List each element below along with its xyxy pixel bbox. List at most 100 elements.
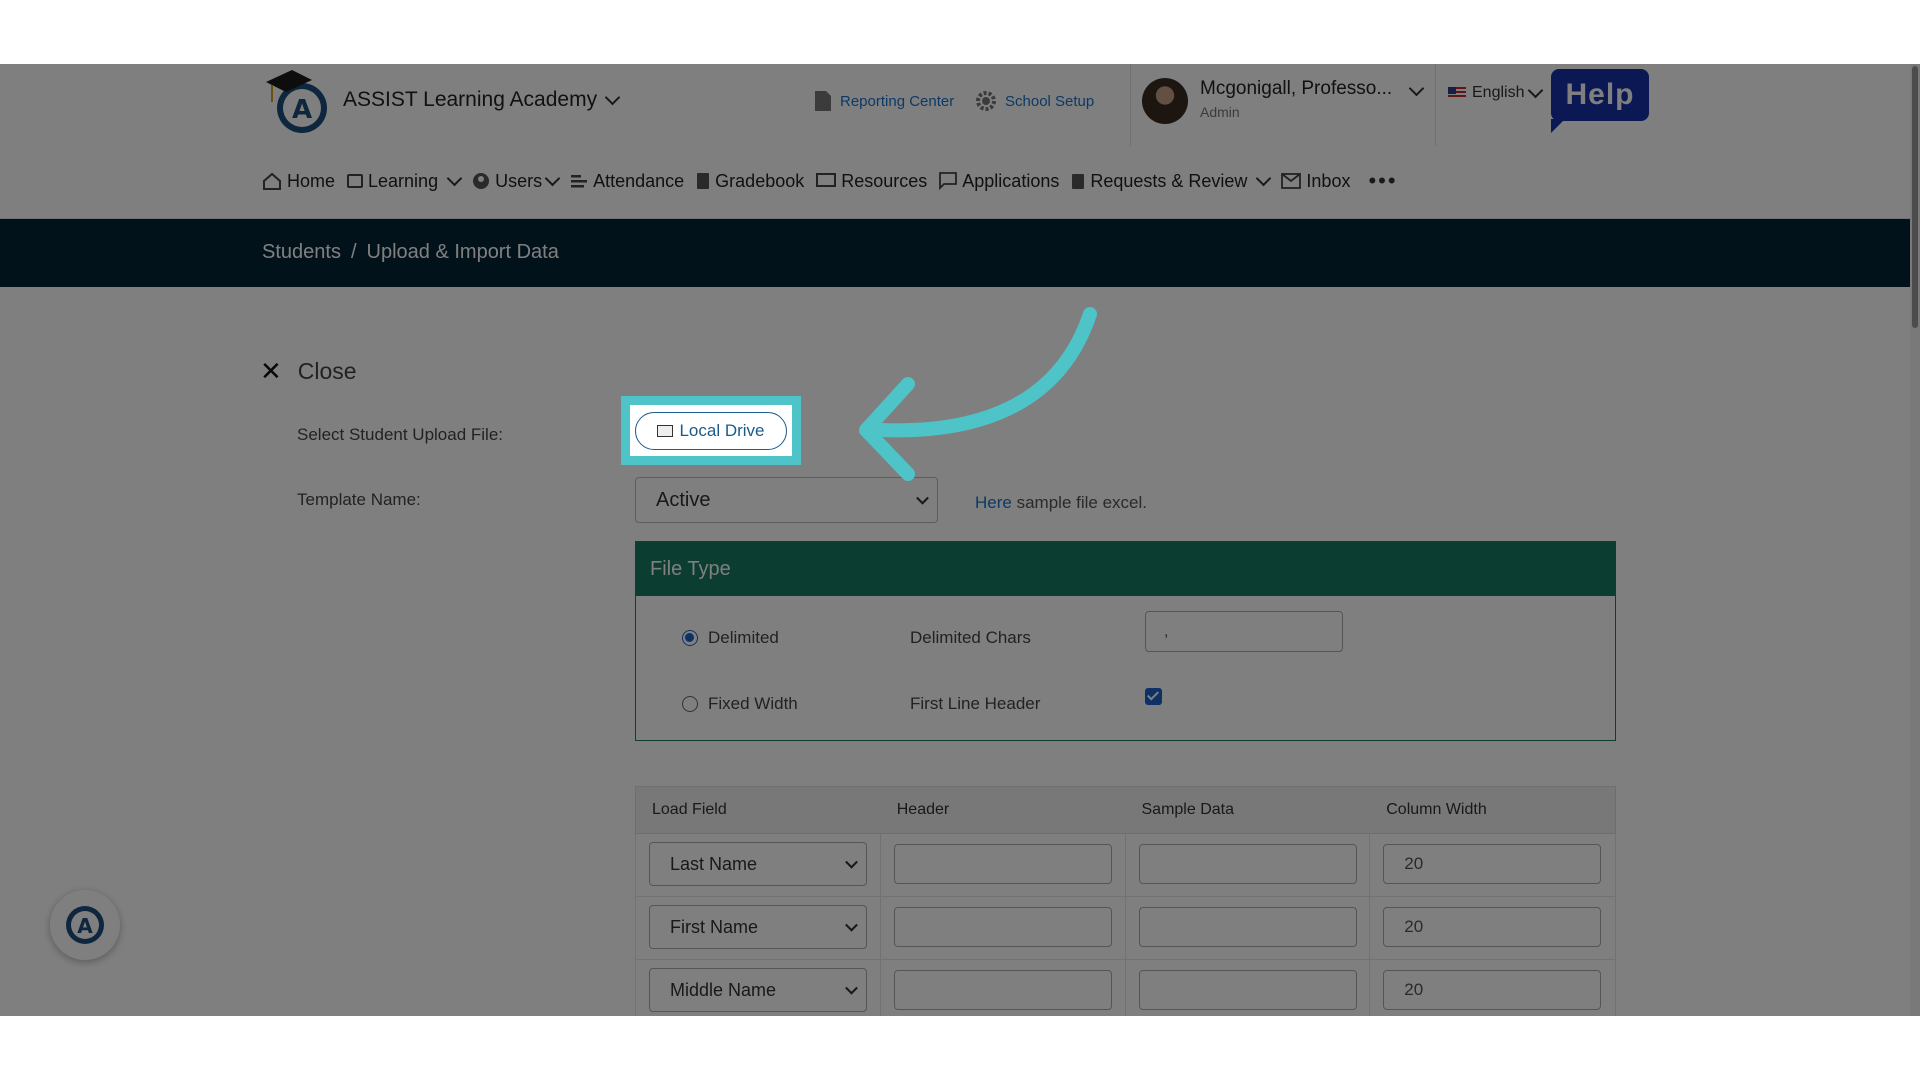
mail-icon [1281, 173, 1302, 189]
nav-label: Home [287, 170, 336, 191]
school-setup-link[interactable]: School Setup [975, 90, 1094, 112]
reporting-center-label: Reporting Center [840, 92, 955, 110]
nav-home[interactable]: Home [262, 171, 335, 192]
user-icon [473, 173, 490, 189]
us-flag-icon [1448, 87, 1466, 99]
table-cell [1126, 834, 1371, 896]
nav-users[interactable]: Users [472, 170, 561, 192]
table-cell [881, 960, 1126, 1016]
column-width-input[interactable]: 20 [1383, 970, 1602, 1010]
chevron-down-icon [446, 170, 463, 186]
delimited-radio[interactable] [682, 630, 698, 646]
header-divider [1435, 64, 1436, 146]
language-selector[interactable]: English [1448, 82, 1544, 102]
header-input[interactable] [893, 970, 1112, 1010]
nav-resources[interactable]: Resources [816, 171, 927, 192]
table-row: Last Name 20 [635, 834, 1616, 897]
delimited-chars-label: Delimited Chars [910, 628, 1031, 647]
table-cell: Middle Name [636, 960, 881, 1016]
nav-gradebook[interactable]: Gradebook [696, 171, 804, 192]
delimited-label: Delimited [708, 628, 779, 647]
monitor-icon [816, 173, 837, 187]
more-menu-button[interactable]: ••• [1368, 168, 1397, 194]
fixed-width-radio[interactable] [682, 696, 698, 712]
top-header: A ASSIST Learning Academy Reporting Cent… [0, 64, 1920, 219]
local-drive-button[interactable]: Local Drive [635, 411, 787, 450]
load-field-value: Middle Name [670, 979, 777, 1000]
nav-requests-review[interactable]: Requests & Review [1071, 170, 1272, 192]
user-role: Admin [1200, 104, 1240, 120]
sample-data-input[interactable] [1138, 844, 1357, 884]
nav-attendance[interactable]: Attendance [570, 171, 684, 192]
user-name: Mcgonigall, Professo... [1200, 78, 1393, 99]
chevron-down-icon [604, 89, 621, 105]
reporting-center-link[interactable]: Reporting Center [814, 90, 954, 112]
column-width-input[interactable]: 20 [1383, 907, 1602, 947]
app-window: A ASSIST Learning Academy Reporting Cent… [0, 64, 1920, 1016]
table-header: Load Field Header Sample Data Column Wid… [635, 786, 1616, 834]
load-field-select[interactable]: Last Name [649, 842, 867, 886]
load-field-value: First Name [670, 916, 759, 937]
template-name-select[interactable]: Active [635, 477, 938, 523]
nav-label: Inbox [1306, 170, 1351, 191]
delimited-chars-input[interactable]: , [1145, 611, 1343, 652]
sample-data-input[interactable] [1138, 907, 1357, 947]
table-cell: 20 [1370, 960, 1615, 1016]
table-cell [1126, 960, 1371, 1016]
home-icon [263, 172, 281, 190]
main-nav: Home Learning Users Attendance Gradebook [262, 168, 1398, 194]
table-cell: Last Name [636, 834, 881, 896]
tutorial-highlight: Local Drive [621, 396, 801, 465]
table-cell: 20 [1370, 834, 1615, 896]
page-scrollbar[interactable] [1910, 64, 1920, 1016]
school-setup-label: School Setup [1005, 92, 1095, 110]
chevron-down-icon [845, 981, 858, 995]
nav-inbox[interactable]: Inbox [1281, 171, 1350, 192]
column-width-input[interactable]: 20 [1383, 844, 1602, 884]
load-field-select[interactable]: First Name [649, 905, 867, 949]
nav-label: Learning [368, 170, 439, 191]
first-line-header-label: First Line Header [910, 694, 1041, 713]
first-line-header-checkbox[interactable] [1145, 688, 1162, 705]
nav-label: Applications [962, 170, 1060, 191]
load-field-value: Last Name [670, 853, 758, 874]
school-logo: A [266, 70, 327, 133]
help-button[interactable]: Help [1551, 69, 1649, 133]
sample-file-link[interactable]: Here [975, 493, 1012, 512]
nav-label: Users [495, 170, 543, 191]
close-button[interactable]: ✕ Close [260, 356, 357, 387]
header-input[interactable] [893, 907, 1112, 947]
assist-logo-icon: A [66, 906, 104, 944]
close-icon: ✕ [260, 356, 282, 386]
nav-learning[interactable]: Learning [347, 170, 463, 192]
gradebook-icon [697, 173, 710, 189]
chevron-down-icon [1256, 170, 1272, 186]
nav-label: Gradebook [715, 170, 805, 191]
avatar[interactable] [1142, 78, 1188, 124]
table-cell [881, 897, 1126, 959]
breadcrumb-bar: Students / Upload & Import Data [0, 219, 1920, 287]
header-input[interactable] [893, 844, 1112, 884]
chevron-down-icon [1528, 82, 1544, 98]
chevron-down-icon [916, 491, 929, 505]
fixed-width-label: Fixed Width [708, 694, 798, 713]
chat-icon [939, 172, 958, 190]
template-name-label: Template Name: [297, 490, 421, 509]
clipboard-icon [1072, 174, 1085, 189]
scrollbar-thumb[interactable] [1912, 66, 1918, 328]
file-type-panel: File Type Delimited Delimited Chars , Fi… [635, 541, 1616, 741]
nav-applications[interactable]: Applications [939, 171, 1059, 192]
column-header: Sample Data [1141, 801, 1235, 818]
school-name: ASSIST Learning Academy [343, 88, 598, 111]
load-field-select[interactable]: Middle Name [649, 968, 867, 1012]
table-row: Middle Name 20 [635, 960, 1616, 1016]
table-cell: 20 [1370, 897, 1615, 959]
breadcrumb-separator: / [350, 241, 357, 263]
language-label: English [1472, 84, 1525, 101]
breadcrumb-current: Upload & Import Data [366, 241, 559, 263]
school-selector[interactable]: ASSIST Learning Academy [343, 88, 621, 112]
breadcrumb-students[interactable]: Students [262, 241, 341, 264]
user-menu[interactable]: Mcgonigall, Professo... [1200, 78, 1425, 100]
sample-data-input[interactable] [1138, 970, 1357, 1010]
assist-chat-button[interactable]: A [50, 890, 120, 960]
